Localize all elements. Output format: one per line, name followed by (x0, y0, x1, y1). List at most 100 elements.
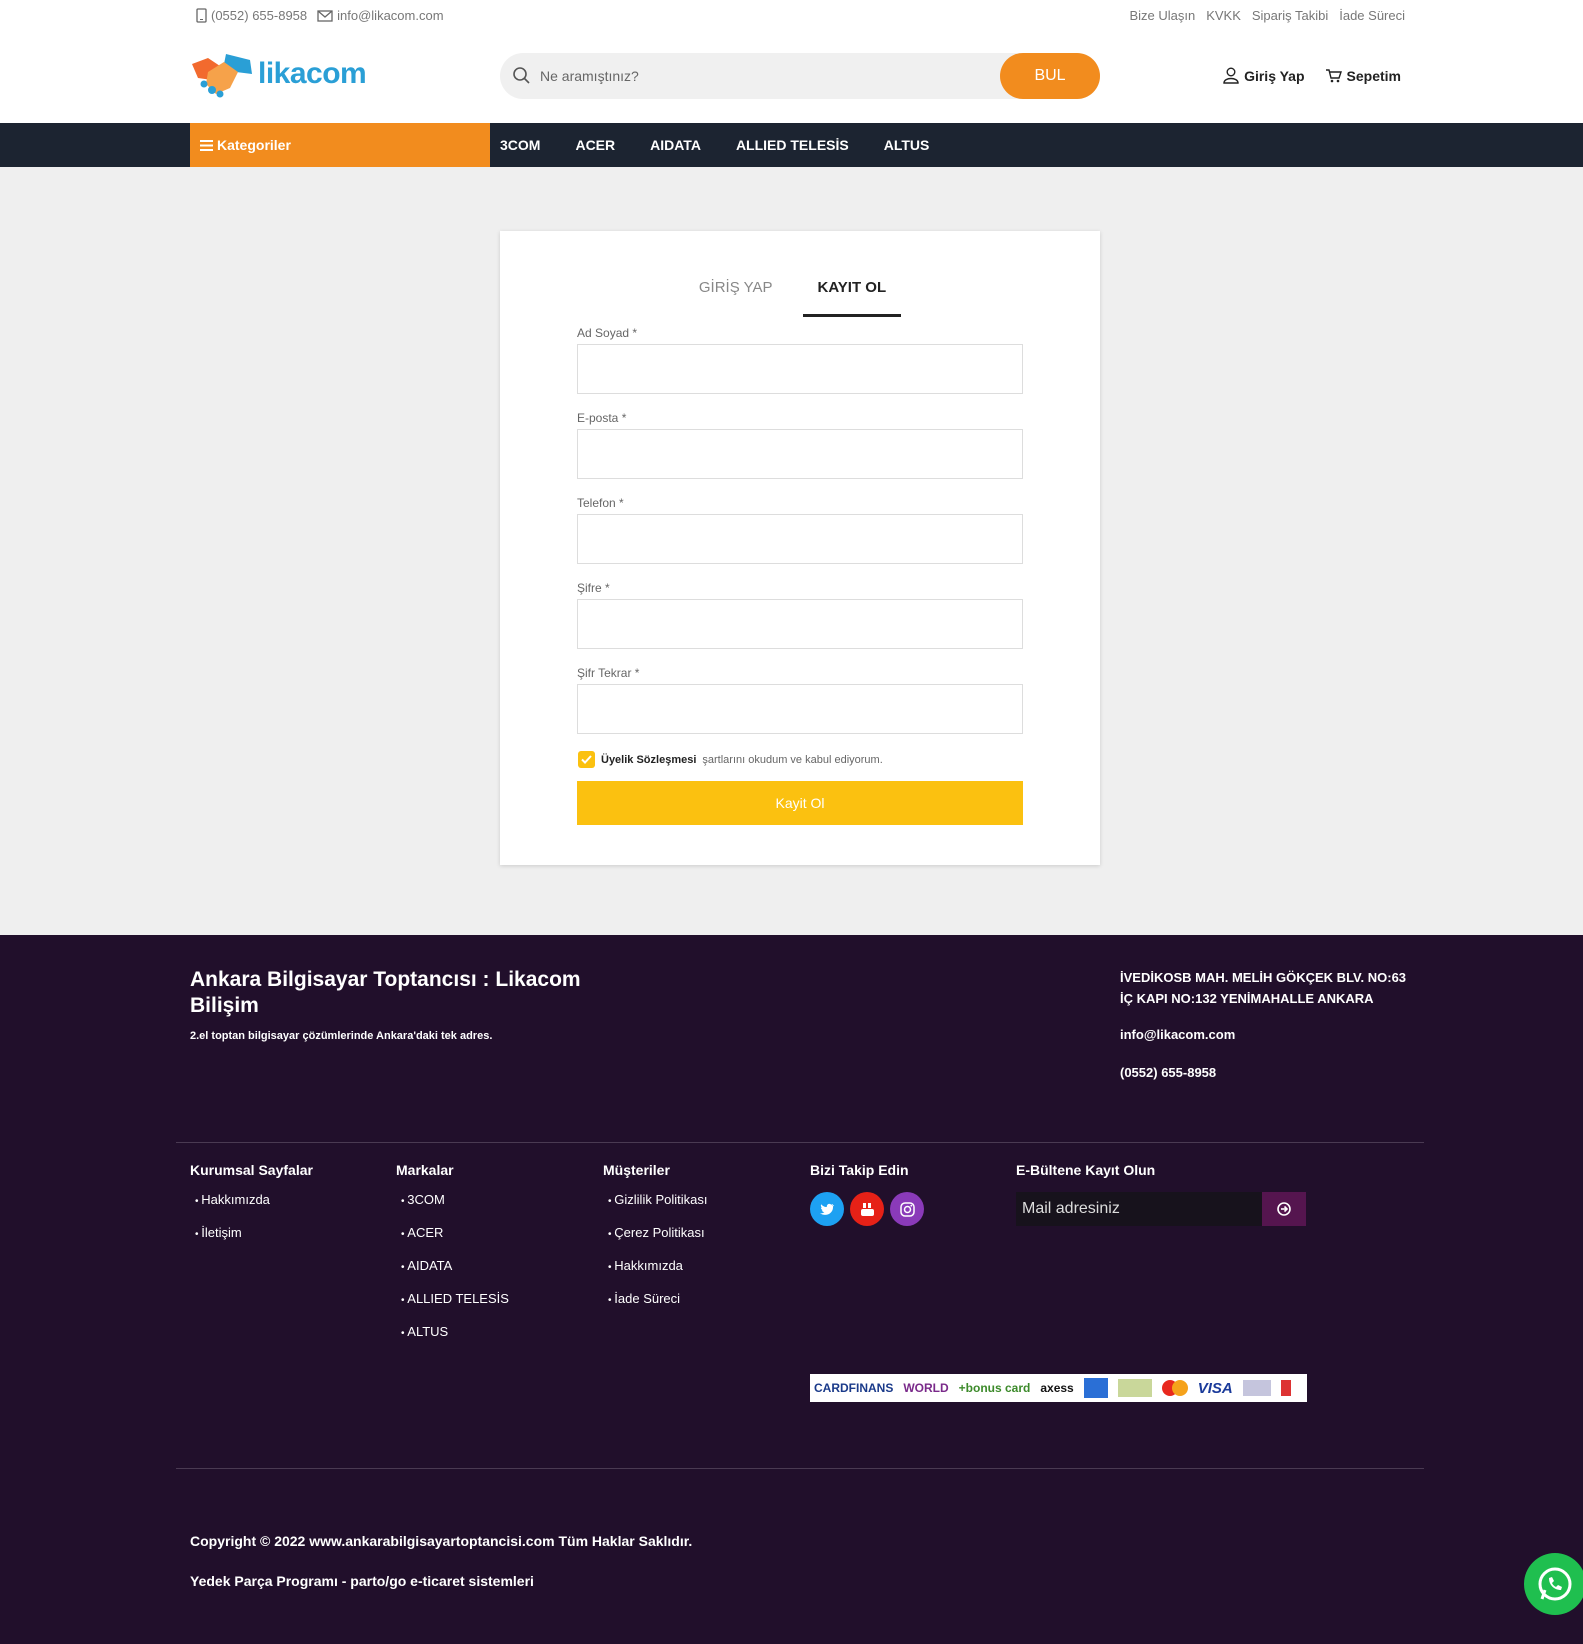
footer-email[interactable]: info@likacom.com (1120, 1027, 1235, 1042)
email-label: E-posta * (577, 411, 627, 425)
footer-col-customers: Müşteriler Gizlilik Politikası Çerez Pol… (603, 1162, 707, 1324)
payment-logo-world: WORLD (903, 1381, 949, 1395)
nav-brand-allied-telesis[interactable]: ALLIED TELESİS (736, 137, 849, 153)
footer-link-contact[interactable]: İletişim (190, 1225, 313, 1240)
cart-icon (1325, 69, 1342, 83)
search-input[interactable] (540, 53, 990, 99)
auth-tabs: GİRİŞ YAP KAYIT OL (500, 279, 1100, 317)
top-phone[interactable]: (0552) 655-8958 (196, 8, 307, 23)
nav-brand-acer[interactable]: ACER (575, 137, 615, 153)
phone-field: Telefon * (577, 496, 1023, 564)
agreement-checkbox[interactable] (578, 751, 595, 768)
user-icon (1223, 67, 1239, 84)
newsletter-form (1016, 1192, 1306, 1226)
name-field: Ad Soyad * (577, 326, 1023, 394)
search-button[interactable]: BUL (1000, 53, 1100, 99)
search-bar: BUL (500, 53, 1100, 99)
top-email-text: info@likacom.com (337, 8, 444, 23)
agreement-text: şartlarını okudum ve kabul ediyorum. (702, 753, 883, 766)
tab-register[interactable]: KAYIT OL (802, 279, 902, 317)
footer-brand-3com[interactable]: 3COM (396, 1192, 509, 1207)
register-card: GİRİŞ YAP KAYIT OL Ad Soyad * E-posta * … (500, 231, 1100, 865)
email-input[interactable] (577, 429, 1023, 479)
payment-logo-cardfinans: CARDFINANS (814, 1381, 894, 1395)
top-contact: (0552) 655-8958 info@likacom.com (196, 8, 444, 23)
instagram-icon (899, 1201, 915, 1217)
youtube-button[interactable] (850, 1192, 884, 1226)
arrow-circle-icon (1277, 1202, 1291, 1216)
nav-brand-altus[interactable]: ALTUS (884, 137, 930, 153)
twitter-button[interactable] (810, 1192, 844, 1226)
logo[interactable]: likacom (190, 50, 367, 98)
footer-phone[interactable]: (0552) 655-8958 (1120, 1065, 1216, 1080)
name-label: Ad Soyad * (577, 326, 638, 340)
handshake-logo-icon (192, 54, 252, 98)
register-submit-button[interactable]: Kayit Ol (577, 781, 1023, 825)
amex-logo-icon (1083, 1378, 1108, 1398)
categories-button[interactable]: Kategoriler (190, 123, 490, 167)
payment-logo-bonus: +bonus card (958, 1381, 1031, 1395)
footer-divider-bottom (176, 1468, 1424, 1469)
mail-icon (317, 9, 333, 22)
footer-newsletter-title: E-Bültene Kayıt Olun (1016, 1162, 1156, 1178)
search-icon (513, 67, 530, 84)
card-logo-icon (1117, 1379, 1152, 1397)
cart-link[interactable]: Sepetim (1325, 67, 1401, 84)
name-input[interactable] (577, 344, 1023, 394)
newsletter-submit-button[interactable] (1262, 1192, 1306, 1226)
agreement-link[interactable]: Üyelik Sözleşmesi (601, 754, 696, 766)
footer-subtitle: 2.el toptan bilgisayar çözümlerinde Anka… (190, 1030, 493, 1042)
social-links (810, 1192, 924, 1226)
password-repeat-field: Şifr Tekrar * (577, 666, 1023, 734)
footer-follow-title: Bizi Takip Edin (810, 1162, 909, 1178)
agreement-row: Üyelik Sözleşmesi şartlarını okudum ve k… (578, 751, 883, 768)
top-link-kvkk[interactable]: KVKK (1206, 8, 1241, 23)
password-repeat-label: Şifr Tekrar * (577, 666, 640, 680)
payment-logo-axess: axess (1040, 1381, 1074, 1395)
whatsapp-button[interactable] (1524, 1553, 1583, 1615)
top-email[interactable]: info@likacom.com (317, 8, 444, 23)
footer-col-customers-title: Müşteriler (603, 1162, 670, 1178)
password-input[interactable] (577, 599, 1023, 649)
phone-input[interactable] (577, 514, 1023, 564)
password-repeat-input[interactable] (577, 684, 1023, 734)
footer-link-about[interactable]: Hakkımızda (190, 1192, 313, 1207)
powered-by[interactable]: Yedek Parça Programı - parto/go e-ticare… (190, 1573, 534, 1589)
footer-link-privacy[interactable]: Gizlilik Politikası (603, 1192, 707, 1207)
user-links: Giriş Yap Sepetim (1223, 67, 1401, 84)
header: likacom BUL Giriş Yap Sepetim (0, 32, 1583, 123)
tab-login[interactable]: GİRİŞ YAP (699, 279, 773, 317)
footer-link-about-2[interactable]: Hakkımızda (603, 1258, 707, 1273)
newsletter-input[interactable] (1016, 1192, 1262, 1226)
top-phone-text: (0552) 655-8958 (211, 8, 308, 23)
footer-col-follow: Bizi Takip Edin (810, 1162, 924, 1226)
footer-col-newsletter: E-Bültene Kayıt Olun (1016, 1162, 1306, 1226)
login-label: Giriş Yap (1244, 67, 1305, 84)
footer-brand-acer[interactable]: ACER (396, 1225, 509, 1240)
nav-brand-aidata[interactable]: AIDATA (650, 137, 701, 153)
top-link-return[interactable]: İade Süreci (1339, 8, 1405, 23)
top-link-contact[interactable]: Bize Ulaşın (1129, 8, 1195, 23)
payment-logos: CARDFINANS WORLD +bonus card axess VISA (810, 1374, 1307, 1402)
check-icon (581, 755, 592, 764)
mastercard-logo-icon (1161, 1380, 1188, 1396)
logo-text: likacom (258, 57, 367, 90)
footer-brand-allied-telesis[interactable]: ALLIED TELESİS (396, 1291, 509, 1306)
password-label: Şifre * (577, 581, 610, 595)
twitter-icon (819, 1203, 834, 1215)
top-link-order-tracking[interactable]: Sipariş Takibi (1252, 8, 1328, 23)
nav-brand-3com[interactable]: 3COM (500, 137, 540, 153)
footer-brand-aidata[interactable]: AIDATA (396, 1258, 509, 1273)
menu-icon (200, 139, 213, 151)
login-link[interactable]: Giriş Yap (1223, 67, 1305, 84)
footer-col-brands: Markalar 3COM ACER AIDATA ALLIED TELESİS… (396, 1162, 509, 1357)
footer-link-return[interactable]: İade Süreci (603, 1291, 707, 1306)
brand-nav: 3COM ACER AIDATA ALLIED TELESİS ALTUS (500, 123, 929, 167)
footer-col-brands-title: Markalar (396, 1162, 454, 1178)
payment-logo-visa: VISA (1197, 1379, 1233, 1397)
footer-divider-top (176, 1142, 1424, 1143)
footer-brand-altus[interactable]: ALTUS (396, 1324, 509, 1339)
instagram-button[interactable] (890, 1192, 924, 1226)
categories-label: Kategoriler (217, 137, 291, 153)
footer-link-cookie[interactable]: Çerez Politikası (603, 1225, 707, 1240)
